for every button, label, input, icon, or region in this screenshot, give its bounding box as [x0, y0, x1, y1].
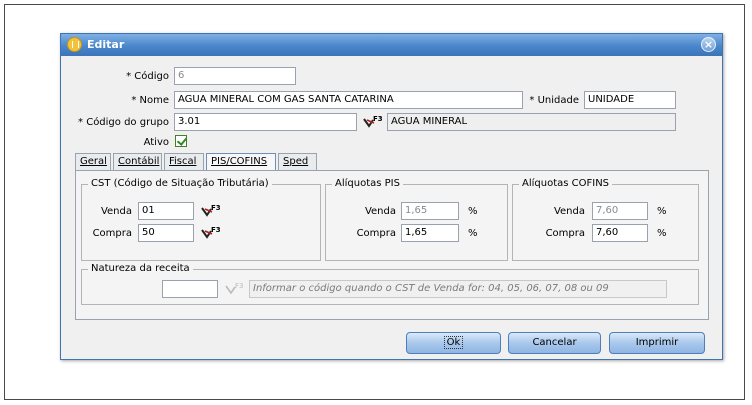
pis-compra-unit: % [468, 228, 478, 239]
tab-sped[interactable]: Sped [278, 153, 317, 170]
cst-group: CST (Código de Situação Tributária) Vend… [81, 178, 321, 261]
cst-venda-label: Venda [100, 206, 132, 217]
ativo-checkbox[interactable] [175, 135, 187, 147]
cst-compra-label: Compra [92, 228, 132, 239]
f3-lookup-icon[interactable]: F3 [200, 203, 221, 219]
grupo-descricao-field: AGUA MINERAL [387, 113, 676, 131]
f3-lookup-glyph: F3 [201, 204, 221, 217]
codigo-label: * Código [126, 71, 169, 82]
edit-dialog: Editar × * Código 6 * Nome AGUA MINERAL … [60, 33, 723, 360]
cofins-compra-label: Compra [545, 228, 585, 239]
pis-cofins-panel: CST (Código de Situação Tributária) Vend… [75, 170, 709, 320]
pis-venda-label: Venda [364, 206, 396, 217]
ativo-label: Ativo [143, 137, 169, 148]
natureza-field[interactable] [162, 280, 218, 298]
cofins-compra-unit: % [657, 228, 667, 239]
cofins-group: Alíquotas COFINS Venda 7,60 % Compra 7,6… [512, 178, 699, 261]
imprimir-button[interactable]: Imprimir [609, 332, 705, 354]
tab-fiscal[interactable]: Fiscal [164, 153, 204, 170]
pis-venda-unit: % [468, 206, 478, 217]
cofins-group-title: Alíquotas COFINS [519, 178, 613, 189]
tab-geral[interactable]: Geral [75, 153, 111, 170]
ok-button-label: Ok [443, 336, 464, 349]
f3-lookup-glyph: F3 [225, 282, 243, 295]
unidade-field[interactable]: UNIDADE [584, 91, 676, 109]
nome-field[interactable]: AGUA MINERAL COM GAS SANTA CATARINA [174, 91, 523, 109]
f3-lookup-icon[interactable]: F3 [362, 114, 383, 130]
cofins-venda-label: Venda [553, 206, 585, 217]
pis-group: Alíquotas PIS Venda 1,65 % Compra 1,65 % [325, 178, 508, 261]
dialog-title: Editar [87, 38, 125, 51]
svg-text:F3: F3 [211, 226, 220, 234]
natureza-group: Natureza da receita F3 Informar o código… [81, 263, 699, 305]
tab-pis-cofins[interactable]: PIS/COFINS [206, 153, 276, 171]
cst-compra-field[interactable]: 50 [138, 224, 194, 242]
f3-lookup-glyph: F3 [201, 226, 221, 239]
close-button[interactable]: × [701, 37, 716, 52]
f3-lookup-icon[interactable]: F3 [200, 225, 221, 241]
ok-button[interactable]: Ok [406, 332, 501, 354]
f3-lookup-glyph: F3 [363, 115, 383, 128]
dialog-titlebar[interactable]: Editar × [61, 34, 722, 56]
codigo-field[interactable]: 6 [174, 67, 296, 85]
app-icon [67, 37, 82, 52]
nome-label: * Nome [131, 95, 169, 106]
pis-compra-field[interactable]: 1,65 [401, 224, 459, 242]
tab-contabil[interactable]: Contábil [113, 153, 162, 170]
svg-text:F3: F3 [235, 282, 243, 290]
cofins-venda-field[interactable]: 7,60 [592, 202, 648, 220]
svg-text:F3: F3 [211, 204, 220, 212]
f3-lookup-icon-disabled: F3 [224, 281, 244, 297]
codigo-grupo-field[interactable]: 3.01 [174, 113, 357, 131]
cofins-compra-field[interactable]: 7,60 [592, 224, 648, 242]
pis-compra-label: Compra [356, 228, 396, 239]
natureza-group-title: Natureza da receita [88, 263, 193, 274]
cst-group-title: CST (Código de Situação Tributária) [88, 178, 272, 189]
cofins-venda-unit: % [657, 206, 667, 217]
pis-group-title: Alíquotas PIS [332, 178, 403, 189]
natureza-hint: Informar o código quando o CST de Venda … [249, 280, 667, 298]
svg-text:F3: F3 [373, 115, 382, 123]
unidade-label: * Unidade [529, 95, 579, 106]
cancelar-button[interactable]: Cancelar [508, 332, 601, 354]
cst-venda-field[interactable]: 01 [138, 202, 194, 220]
pis-venda-field[interactable]: 1,65 [401, 202, 459, 220]
codigo-grupo-label: * Código do grupo [78, 117, 169, 128]
